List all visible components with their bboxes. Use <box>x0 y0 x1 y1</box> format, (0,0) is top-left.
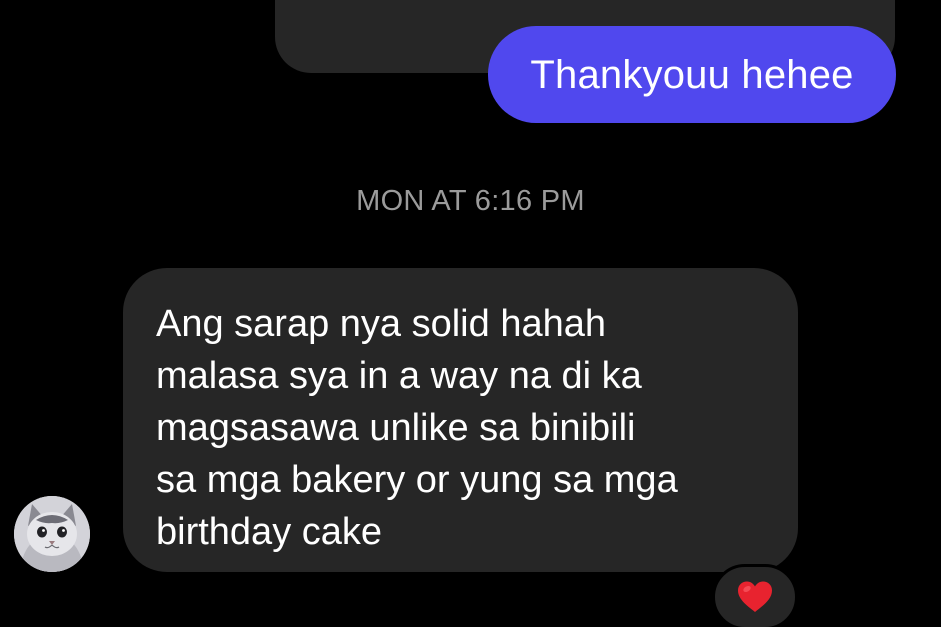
cat-avatar-icon[interactable] <box>14 496 90 572</box>
sent-message-bubble[interactable]: Thankyouu hehee <box>488 26 896 123</box>
received-message-bubble[interactable]: Ang sarap nya solid hahah malasa sya in … <box>123 268 798 572</box>
heart-icon <box>738 581 772 612</box>
received-message-text: Ang sarap nya solid hahah malasa sya in … <box>156 303 678 553</box>
heart-reaction[interactable] <box>712 564 798 627</box>
sent-message-text: Thankyouu hehee <box>530 52 854 97</box>
chat-thread: Thankyouu hehee MON AT 6:16 PM Ang sarap… <box>0 0 941 627</box>
message-timestamp: MON AT 6:16 PM <box>356 185 585 217</box>
